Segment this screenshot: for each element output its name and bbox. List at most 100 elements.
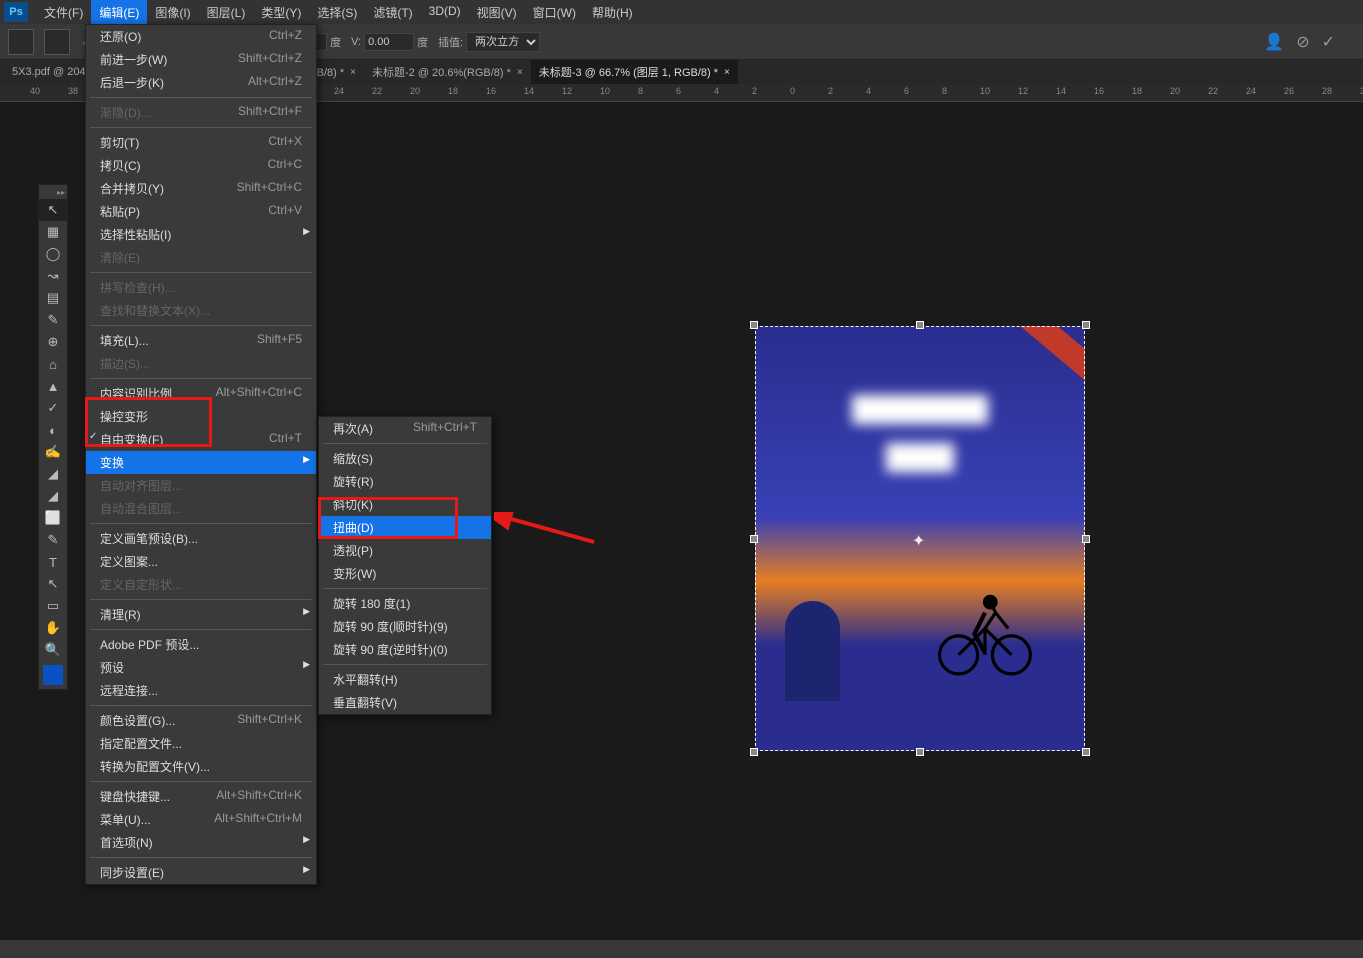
menu-文件(F)[interactable]: 文件(F): [36, 0, 91, 25]
field-v[interactable]: [364, 33, 414, 51]
handle-bottom-left[interactable]: [750, 748, 758, 756]
tab-close-icon[interactable]: ×: [724, 67, 730, 78]
menu-item-剪切(T)[interactable]: 剪切(T)Ctrl+X: [86, 131, 316, 154]
tool-5[interactable]: ✎: [39, 309, 67, 331]
tool-16[interactable]: T: [39, 551, 67, 573]
tool-8[interactable]: ▲: [39, 375, 67, 397]
tool-7[interactable]: ⌂: [39, 353, 67, 375]
tool-11[interactable]: ✍: [39, 441, 67, 463]
menu-item-远程连接...[interactable]: 远程连接...: [86, 679, 316, 702]
tool-17[interactable]: ↖: [39, 573, 67, 595]
handle-mid-left[interactable]: [750, 535, 758, 543]
tab-close-icon[interactable]: ×: [517, 67, 523, 78]
tool-0[interactable]: ↖: [39, 199, 67, 221]
menu-item-指定配置文件...[interactable]: 指定配置文件...: [86, 732, 316, 755]
handle-top-mid[interactable]: [916, 321, 924, 329]
menu-item-旋转 180 度(1)[interactable]: 旋转 180 度(1): [319, 592, 491, 615]
menu-item-变换[interactable]: 变换: [86, 451, 316, 474]
handle-top-left[interactable]: [750, 321, 758, 329]
menu-选择(S)[interactable]: 选择(S): [309, 0, 365, 25]
tool-10[interactable]: ◐: [39, 419, 67, 441]
commit-icon[interactable]: ✓: [1322, 32, 1335, 52]
menu-item-斜切(K)[interactable]: 斜切(K): [319, 493, 491, 516]
menu-item-填充(L)...[interactable]: 填充(L)...Shift+F5: [86, 329, 316, 352]
menu-item-变形(W)[interactable]: 变形(W): [319, 562, 491, 585]
menu-item-操控变形[interactable]: 操控变形: [86, 405, 316, 428]
menu-item-定义画笔预设(B)...[interactable]: 定义画笔预设(B)...: [86, 527, 316, 550]
menu-编辑(E)[interactable]: 编辑(E): [91, 0, 147, 25]
menu-帮助(H)[interactable]: 帮助(H): [584, 0, 641, 25]
menu-类型(Y)[interactable]: 类型(Y): [253, 0, 309, 25]
menu-item-旋转 90 度(顺时针)(9)[interactable]: 旋转 90 度(顺时针)(9): [319, 615, 491, 638]
menu-item-后退一步(K)[interactable]: 后退一步(K)Alt+Ctrl+Z: [86, 71, 316, 94]
tool-3[interactable]: ↝: [39, 265, 67, 287]
tool-19[interactable]: ✋: [39, 617, 67, 639]
menu-item-自由变换(F)[interactable]: 自由变换(F)Ctrl+T: [86, 428, 316, 451]
menu-item-缩放(S)[interactable]: 缩放(S): [319, 447, 491, 470]
tool-preset-icon[interactable]: [8, 29, 34, 55]
tool-20[interactable]: 🔍: [39, 639, 67, 661]
menu-item-定义图案...[interactable]: 定义图案...: [86, 550, 316, 573]
menu-窗口(W)[interactable]: 窗口(W): [525, 0, 584, 25]
menu-item-水平翻转(H)[interactable]: 水平翻转(H): [319, 668, 491, 691]
tool-9[interactable]: ✓: [39, 397, 67, 419]
tool-13[interactable]: ◢: [39, 485, 67, 507]
toolbox-header[interactable]: ▸▸: [39, 185, 67, 199]
tab-close-icon[interactable]: ×: [350, 67, 356, 78]
handle-top-right[interactable]: [1082, 321, 1090, 329]
ruler-tick: 38: [68, 86, 78, 96]
handle-bottom-mid[interactable]: [916, 748, 924, 756]
menu-3D(D)[interactable]: 3D(D): [421, 0, 469, 25]
tool-6[interactable]: ⊕: [39, 331, 67, 353]
tool-15[interactable]: ✎: [39, 529, 67, 551]
menu-滤镜(T)[interactable]: 滤镜(T): [365, 0, 420, 25]
menu-item-前进一步(W)[interactable]: 前进一步(W)Shift+Ctrl+Z: [86, 48, 316, 71]
menu-item-清理(R)[interactable]: 清理(R): [86, 603, 316, 626]
menu-item-拷贝(C)[interactable]: 拷贝(C)Ctrl+C: [86, 154, 316, 177]
interp-select[interactable]: 两次立方: [466, 32, 540, 52]
status-bar: [0, 940, 1363, 958]
menu-item-合并拷贝(Y)[interactable]: 合并拷贝(Y)Shift+Ctrl+C: [86, 177, 316, 200]
menu-item-垂直翻转(V)[interactable]: 垂直翻转(V): [319, 691, 491, 714]
tool-1[interactable]: ▦: [39, 221, 67, 243]
menu-separator: [323, 443, 487, 444]
document-tab[interactable]: 未标题-2 @ 20.6%(RGB/8) *×: [364, 60, 531, 84]
reference-point-icon[interactable]: [44, 29, 70, 55]
foreground-swatch[interactable]: [43, 665, 63, 685]
menu-separator: [90, 97, 312, 98]
menu-item-颜色设置(G)...[interactable]: 颜色设置(G)...Shift+Ctrl+K: [86, 709, 316, 732]
menu-item-选择性粘贴(I)[interactable]: 选择性粘贴(I): [86, 223, 316, 246]
menu-item-扭曲(D)[interactable]: 扭曲(D): [319, 516, 491, 539]
tool-14[interactable]: ⬜: [39, 507, 67, 529]
tool-12[interactable]: ◢: [39, 463, 67, 485]
menu-item-透视(P)[interactable]: 透视(P): [319, 539, 491, 562]
document-tab[interactable]: 5X3.pdf @ 204: [4, 60, 94, 84]
tool-2[interactable]: ◯: [39, 243, 67, 265]
handle-mid-right[interactable]: [1082, 535, 1090, 543]
menu-item-转换为配置文件(V)...[interactable]: 转换为配置文件(V)...: [86, 755, 316, 778]
menu-item-键盘快捷键...[interactable]: 键盘快捷键...Alt+Shift+Ctrl+K: [86, 785, 316, 808]
canvas-selection[interactable]: ████████████ ✦: [755, 326, 1085, 751]
cancel-icon[interactable]: ⊘: [1296, 32, 1309, 52]
tool-18[interactable]: ▭: [39, 595, 67, 617]
menu-item-旋转 90 度(逆时针)(0)[interactable]: 旋转 90 度(逆时针)(0): [319, 638, 491, 661]
menu-item-旋转(R)[interactable]: 旋转(R): [319, 470, 491, 493]
menu-item-菜单(U)...[interactable]: 菜单(U)...Alt+Shift+Ctrl+M: [86, 808, 316, 831]
menu-图层(L)[interactable]: 图层(L): [199, 0, 254, 25]
menu-item-粘贴(P)[interactable]: 粘贴(P)Ctrl+V: [86, 200, 316, 223]
menu-item-预设[interactable]: 预设: [86, 656, 316, 679]
menu-item-内容识别比例[interactable]: 内容识别比例Alt+Shift+Ctrl+C: [86, 382, 316, 405]
menu-item-还原(O)[interactable]: 还原(O)Ctrl+Z: [86, 25, 316, 48]
user-icon[interactable]: 👤: [1264, 32, 1284, 52]
handle-bottom-right[interactable]: [1082, 748, 1090, 756]
transform-center-icon[interactable]: ✦: [912, 531, 925, 551]
menu-图像(I)[interactable]: 图像(I): [147, 0, 198, 25]
menu-item-同步设置(E)[interactable]: 同步设置(E): [86, 861, 316, 884]
menu-item-再次(A)[interactable]: 再次(A)Shift+Ctrl+T: [319, 417, 491, 440]
ruler-tick: 26: [1284, 86, 1294, 96]
menu-item-Adobe PDF 预设...[interactable]: Adobe PDF 预设...: [86, 633, 316, 656]
menu-item-首选项(N)[interactable]: 首选项(N): [86, 831, 316, 854]
menu-视图(V)[interactable]: 视图(V): [469, 0, 525, 25]
tool-4[interactable]: ▤: [39, 287, 67, 309]
document-tab[interactable]: 未标题-3 @ 66.7% (图层 1, RGB/8) *×: [531, 60, 738, 84]
